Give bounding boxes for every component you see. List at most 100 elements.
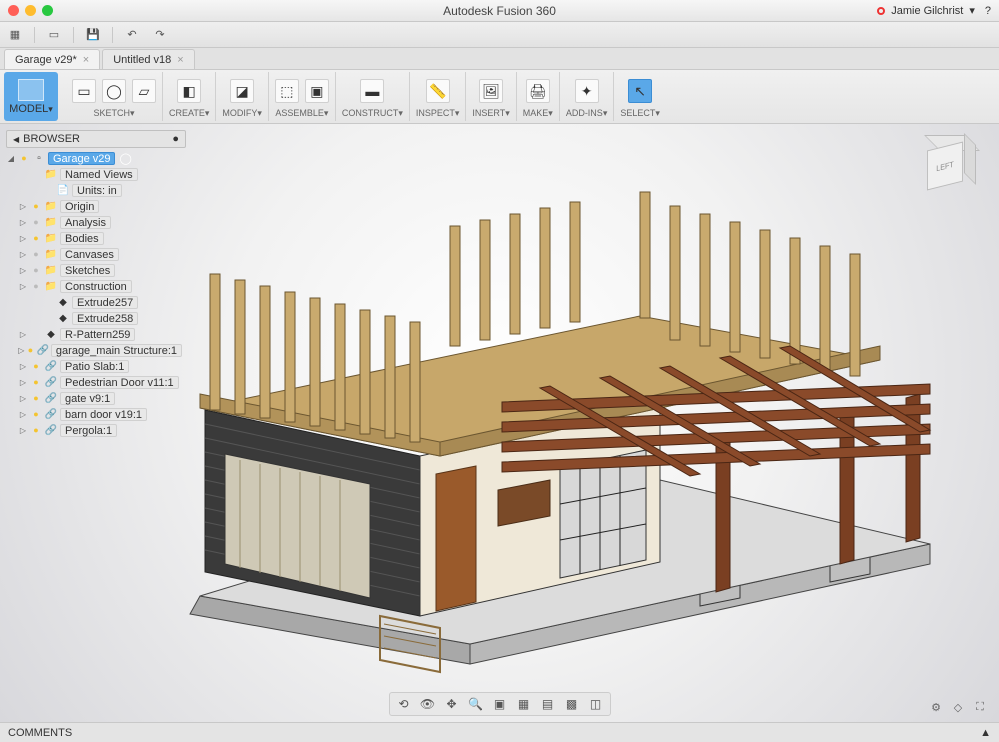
- sketch-circle-icon[interactable]: ◯: [102, 79, 126, 103]
- ribbon-label[interactable]: INSPECT▾: [416, 108, 460, 119]
- lightbulb-icon[interactable]: ●: [30, 232, 42, 244]
- orbit-icon[interactable]: ⟲: [394, 695, 414, 713]
- lightbulb-icon[interactable]: ●: [30, 280, 42, 292]
- close-icon[interactable]: ×: [83, 54, 89, 66]
- chevron-down-icon[interactable]: ▾: [969, 4, 975, 17]
- settings-icon[interactable]: ⚙: [927, 698, 945, 716]
- redo-icon[interactable]: ↷: [151, 26, 169, 44]
- expand-icon[interactable]: ▷: [18, 266, 28, 275]
- lightbulb-icon[interactable]: ●: [30, 392, 42, 404]
- ribbon-label[interactable]: SKETCH▾: [93, 108, 134, 119]
- comments-bar[interactable]: COMMENTS ▲: [0, 722, 999, 742]
- window-close-icon[interactable]: [8, 5, 19, 16]
- grid-icon[interactable]: ▩: [562, 695, 582, 713]
- expand-icon[interactable]: ▷: [18, 410, 28, 419]
- chevron-up-icon[interactable]: ▲: [980, 727, 991, 739]
- lightbulb-icon[interactable]: [42, 184, 54, 196]
- snap-icon[interactable]: ◇: [949, 698, 967, 716]
- tab-garage[interactable]: Garage v29* ×: [4, 49, 100, 69]
- browser-item[interactable]: ▷●📁Construction: [6, 278, 186, 294]
- browser-item[interactable]: ▷●🔗Pedestrian Door v11:1: [6, 374, 186, 390]
- ribbon-label[interactable]: MAKE▾: [523, 108, 553, 119]
- lightbulb-icon[interactable]: [42, 312, 54, 324]
- browser-root[interactable]: ◢ ● ▫ Garage v29 ◯: [6, 150, 186, 166]
- lightbulb-icon[interactable]: ●: [30, 200, 42, 212]
- expand-icon[interactable]: ▷: [18, 426, 28, 435]
- insert-icon[interactable]: 🖼: [479, 79, 503, 103]
- window-minimize-icon[interactable]: [25, 5, 36, 16]
- tab-untitled[interactable]: Untitled v18 ×: [102, 49, 195, 69]
- close-icon[interactable]: ×: [177, 54, 183, 66]
- lightbulb-icon[interactable]: ●: [30, 408, 42, 420]
- expand-icon[interactable]: ▷: [18, 218, 28, 227]
- ribbon-label[interactable]: MODIFY▾: [222, 108, 262, 119]
- zoom-icon[interactable]: 🔍: [466, 695, 486, 713]
- lightbulb-icon[interactable]: [30, 168, 42, 180]
- expand-icon[interactable]: ▷: [18, 250, 28, 259]
- lightbulb-icon[interactable]: ●: [30, 264, 42, 276]
- presspull-icon[interactable]: ◪: [230, 79, 254, 103]
- collapse-icon[interactable]: ◀: [13, 135, 19, 144]
- expand-icon[interactable]: ▷: [18, 234, 28, 243]
- workspace-switcher[interactable]: MODEL▾: [4, 72, 58, 121]
- fit-icon[interactable]: ▣: [490, 695, 510, 713]
- browser-item[interactable]: 📄Units: in: [6, 182, 186, 198]
- help-icon[interactable]: ?: [985, 5, 991, 17]
- app-grid-icon[interactable]: ▦: [6, 26, 24, 44]
- browser-item[interactable]: ▷●🔗gate v9:1: [6, 390, 186, 406]
- plane-icon[interactable]: ▬: [360, 79, 384, 103]
- ribbon-label[interactable]: CREATE▾: [169, 108, 209, 119]
- expand-icon[interactable]: ▷: [18, 330, 28, 339]
- viewport-icon[interactable]: ◫: [586, 695, 606, 713]
- measure-icon[interactable]: 📏: [426, 79, 450, 103]
- browser-item[interactable]: ◆Extrude257: [6, 294, 186, 310]
- lightbulb-icon[interactable]: [42, 296, 54, 308]
- browser-item[interactable]: ▷●📁Origin: [6, 198, 186, 214]
- browser-item[interactable]: ▷●📁Canvases: [6, 246, 186, 262]
- expand-icon[interactable]: ▷: [18, 282, 28, 291]
- ribbon-label[interactable]: CONSTRUCT▾: [342, 108, 403, 119]
- lightbulb-icon[interactable]: ●: [27, 344, 35, 356]
- browser-header[interactable]: ◀ BROWSER ●: [6, 130, 186, 148]
- expand-icon[interactable]: ◢: [6, 154, 16, 163]
- expand-icon[interactable]: ▷: [18, 362, 28, 371]
- lightbulb-icon[interactable]: ●: [30, 216, 42, 228]
- record-icon[interactable]: [877, 7, 885, 15]
- expand-icon[interactable]: ▷: [18, 346, 25, 355]
- ribbon-label[interactable]: ADD-INS▾: [566, 108, 608, 119]
- extrude-icon[interactable]: ◧: [177, 79, 201, 103]
- context-icon[interactable]: ◯: [119, 152, 131, 165]
- effects-icon[interactable]: ▤: [538, 695, 558, 713]
- ribbon-label[interactable]: INSERT▾: [472, 108, 509, 119]
- lightbulb-icon[interactable]: [30, 328, 42, 340]
- browser-item[interactable]: ▷●📁Sketches: [6, 262, 186, 278]
- select-icon[interactable]: ↖: [628, 79, 652, 103]
- expand-icon[interactable]: ▷: [18, 378, 28, 387]
- lightbulb-icon[interactable]: ●: [18, 152, 30, 164]
- display-icon[interactable]: ▦: [514, 695, 534, 713]
- expand-icon[interactable]: ⛶: [971, 698, 989, 716]
- expand-icon[interactable]: ▷: [18, 394, 28, 403]
- browser-item[interactable]: ▷●📁Analysis: [6, 214, 186, 230]
- browser-item[interactable]: ▷●📁Bodies: [6, 230, 186, 246]
- pan-icon[interactable]: ✥: [442, 695, 462, 713]
- undo-icon[interactable]: ↶: [123, 26, 141, 44]
- expand-icon[interactable]: ▷: [18, 202, 28, 211]
- user-name-label[interactable]: Jamie Gilchrist: [891, 5, 963, 17]
- lightbulb-icon[interactable]: ●: [30, 360, 42, 372]
- sketch-plane-icon[interactable]: ▱: [132, 79, 156, 103]
- lightbulb-icon[interactable]: ●: [30, 376, 42, 388]
- browser-item[interactable]: ▷◆R-Pattern259: [6, 326, 186, 342]
- ribbon-label[interactable]: ASSEMBLE▾: [275, 108, 328, 119]
- addins-icon[interactable]: ✦: [575, 79, 599, 103]
- make-icon[interactable]: 🖨: [526, 79, 550, 103]
- browser-options-icon[interactable]: ●: [172, 133, 179, 145]
- browser-item[interactable]: ▷●🔗barn door v19:1: [6, 406, 186, 422]
- ribbon-label[interactable]: SELECT▾: [620, 108, 660, 119]
- assemble-icon[interactable]: ⬚: [275, 79, 299, 103]
- sketch-rect-icon[interactable]: ▭: [72, 79, 96, 103]
- look-icon[interactable]: 👁: [418, 695, 438, 713]
- component-icon[interactable]: ▣: [305, 79, 329, 103]
- window-zoom-icon[interactable]: [42, 5, 53, 16]
- browser-item[interactable]: 📁Named Views: [6, 166, 186, 182]
